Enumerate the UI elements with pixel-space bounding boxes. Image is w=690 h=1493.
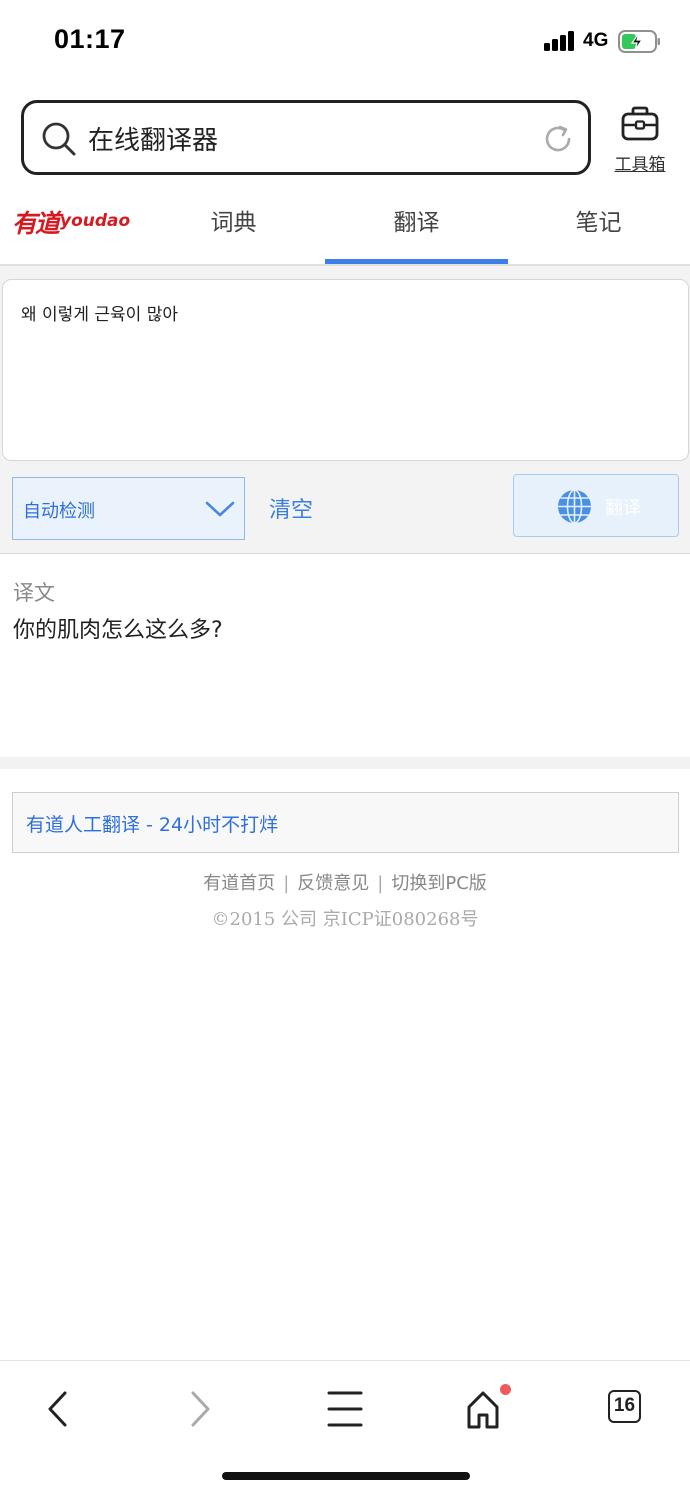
back-icon xyxy=(48,1391,67,1427)
network-type: 4G xyxy=(583,30,609,51)
chevron-down-icon xyxy=(205,501,235,517)
language-select-value: 自动检测 xyxy=(23,501,95,522)
search-icon xyxy=(42,122,76,156)
footer-link-pc-version[interactable]: 切换到PC版 xyxy=(391,873,486,894)
translate-button-label: 翻译 xyxy=(605,498,641,519)
footer-separator: | xyxy=(283,873,290,894)
home-indicator xyxy=(222,1472,470,1480)
tab-translate[interactable]: 翻译 xyxy=(325,190,508,264)
menu-icon xyxy=(327,1391,363,1427)
footer-separator: | xyxy=(377,873,384,894)
toolbox-icon xyxy=(621,106,659,141)
clear-button[interactable]: 清空 xyxy=(269,492,313,524)
menu-button[interactable] xyxy=(315,1385,375,1433)
cellular-signal-icon xyxy=(544,31,576,51)
toolbox-label[interactable]: 工具箱 xyxy=(609,150,671,175)
human-translation-link[interactable]: 有道人工翻译 - 24小时不打烊 xyxy=(26,810,278,837)
forward-icon xyxy=(191,1391,210,1427)
source-text[interactable]: 왜 이렇게 근육이 많아 xyxy=(21,300,178,325)
search-query[interactable]: 在线翻译器 xyxy=(88,120,218,157)
address-search-bar[interactable]: 在线翻译器 xyxy=(21,100,591,175)
footer-link-home[interactable]: 有道首页 xyxy=(203,873,275,894)
toolbox-button[interactable]: 工具箱 xyxy=(609,106,671,178)
copyright: ©2015 公司 京ICP证080268号 xyxy=(211,909,479,930)
translation-result: 译文 你的肌肉怎么这么多? xyxy=(0,555,690,757)
footer-link-feedback[interactable]: 反馈意见 xyxy=(297,873,369,894)
logo-cn: 有道 xyxy=(12,209,60,238)
notification-dot xyxy=(500,1384,511,1395)
translate-button[interactable]: 翻译 xyxy=(513,474,679,537)
back-button[interactable] xyxy=(28,1385,88,1433)
tab-notes[interactable]: 笔记 xyxy=(507,190,690,264)
tabs-button[interactable]: 16 xyxy=(608,1390,641,1423)
forward-button[interactable] xyxy=(170,1385,230,1433)
result-heading: 译文 xyxy=(13,581,55,605)
language-select[interactable]: 自动检测 xyxy=(12,477,245,540)
source-text-area[interactable]: 왜 이렇게 근육이 많아 xyxy=(2,279,689,461)
status-bar: 01:17 4G xyxy=(0,0,690,84)
tab-dictionary[interactable]: 词典 xyxy=(142,190,325,264)
youdao-nav: 有道 youdao 词典 翻译 笔记 xyxy=(0,190,690,266)
reload-icon[interactable] xyxy=(542,123,574,155)
human-translation-banner[interactable]: 有道人工翻译 - 24小时不打烊 xyxy=(12,792,679,853)
battery-charging-icon xyxy=(618,30,660,53)
section-divider xyxy=(0,757,690,769)
translate-input-section: 왜 이렇게 근육이 많아 自动检测 清空 翻译 xyxy=(0,266,690,554)
status-time: 01:17 xyxy=(54,24,126,54)
logo-en: youdao xyxy=(60,211,131,231)
footer-links: 有道首页 | 反馈意见 | 切换到PC版 xyxy=(0,869,690,895)
result-text: 你的肌肉怎么这么多? xyxy=(13,618,223,643)
globe-icon xyxy=(558,489,591,524)
youdao-logo[interactable]: 有道 youdao xyxy=(12,204,130,240)
